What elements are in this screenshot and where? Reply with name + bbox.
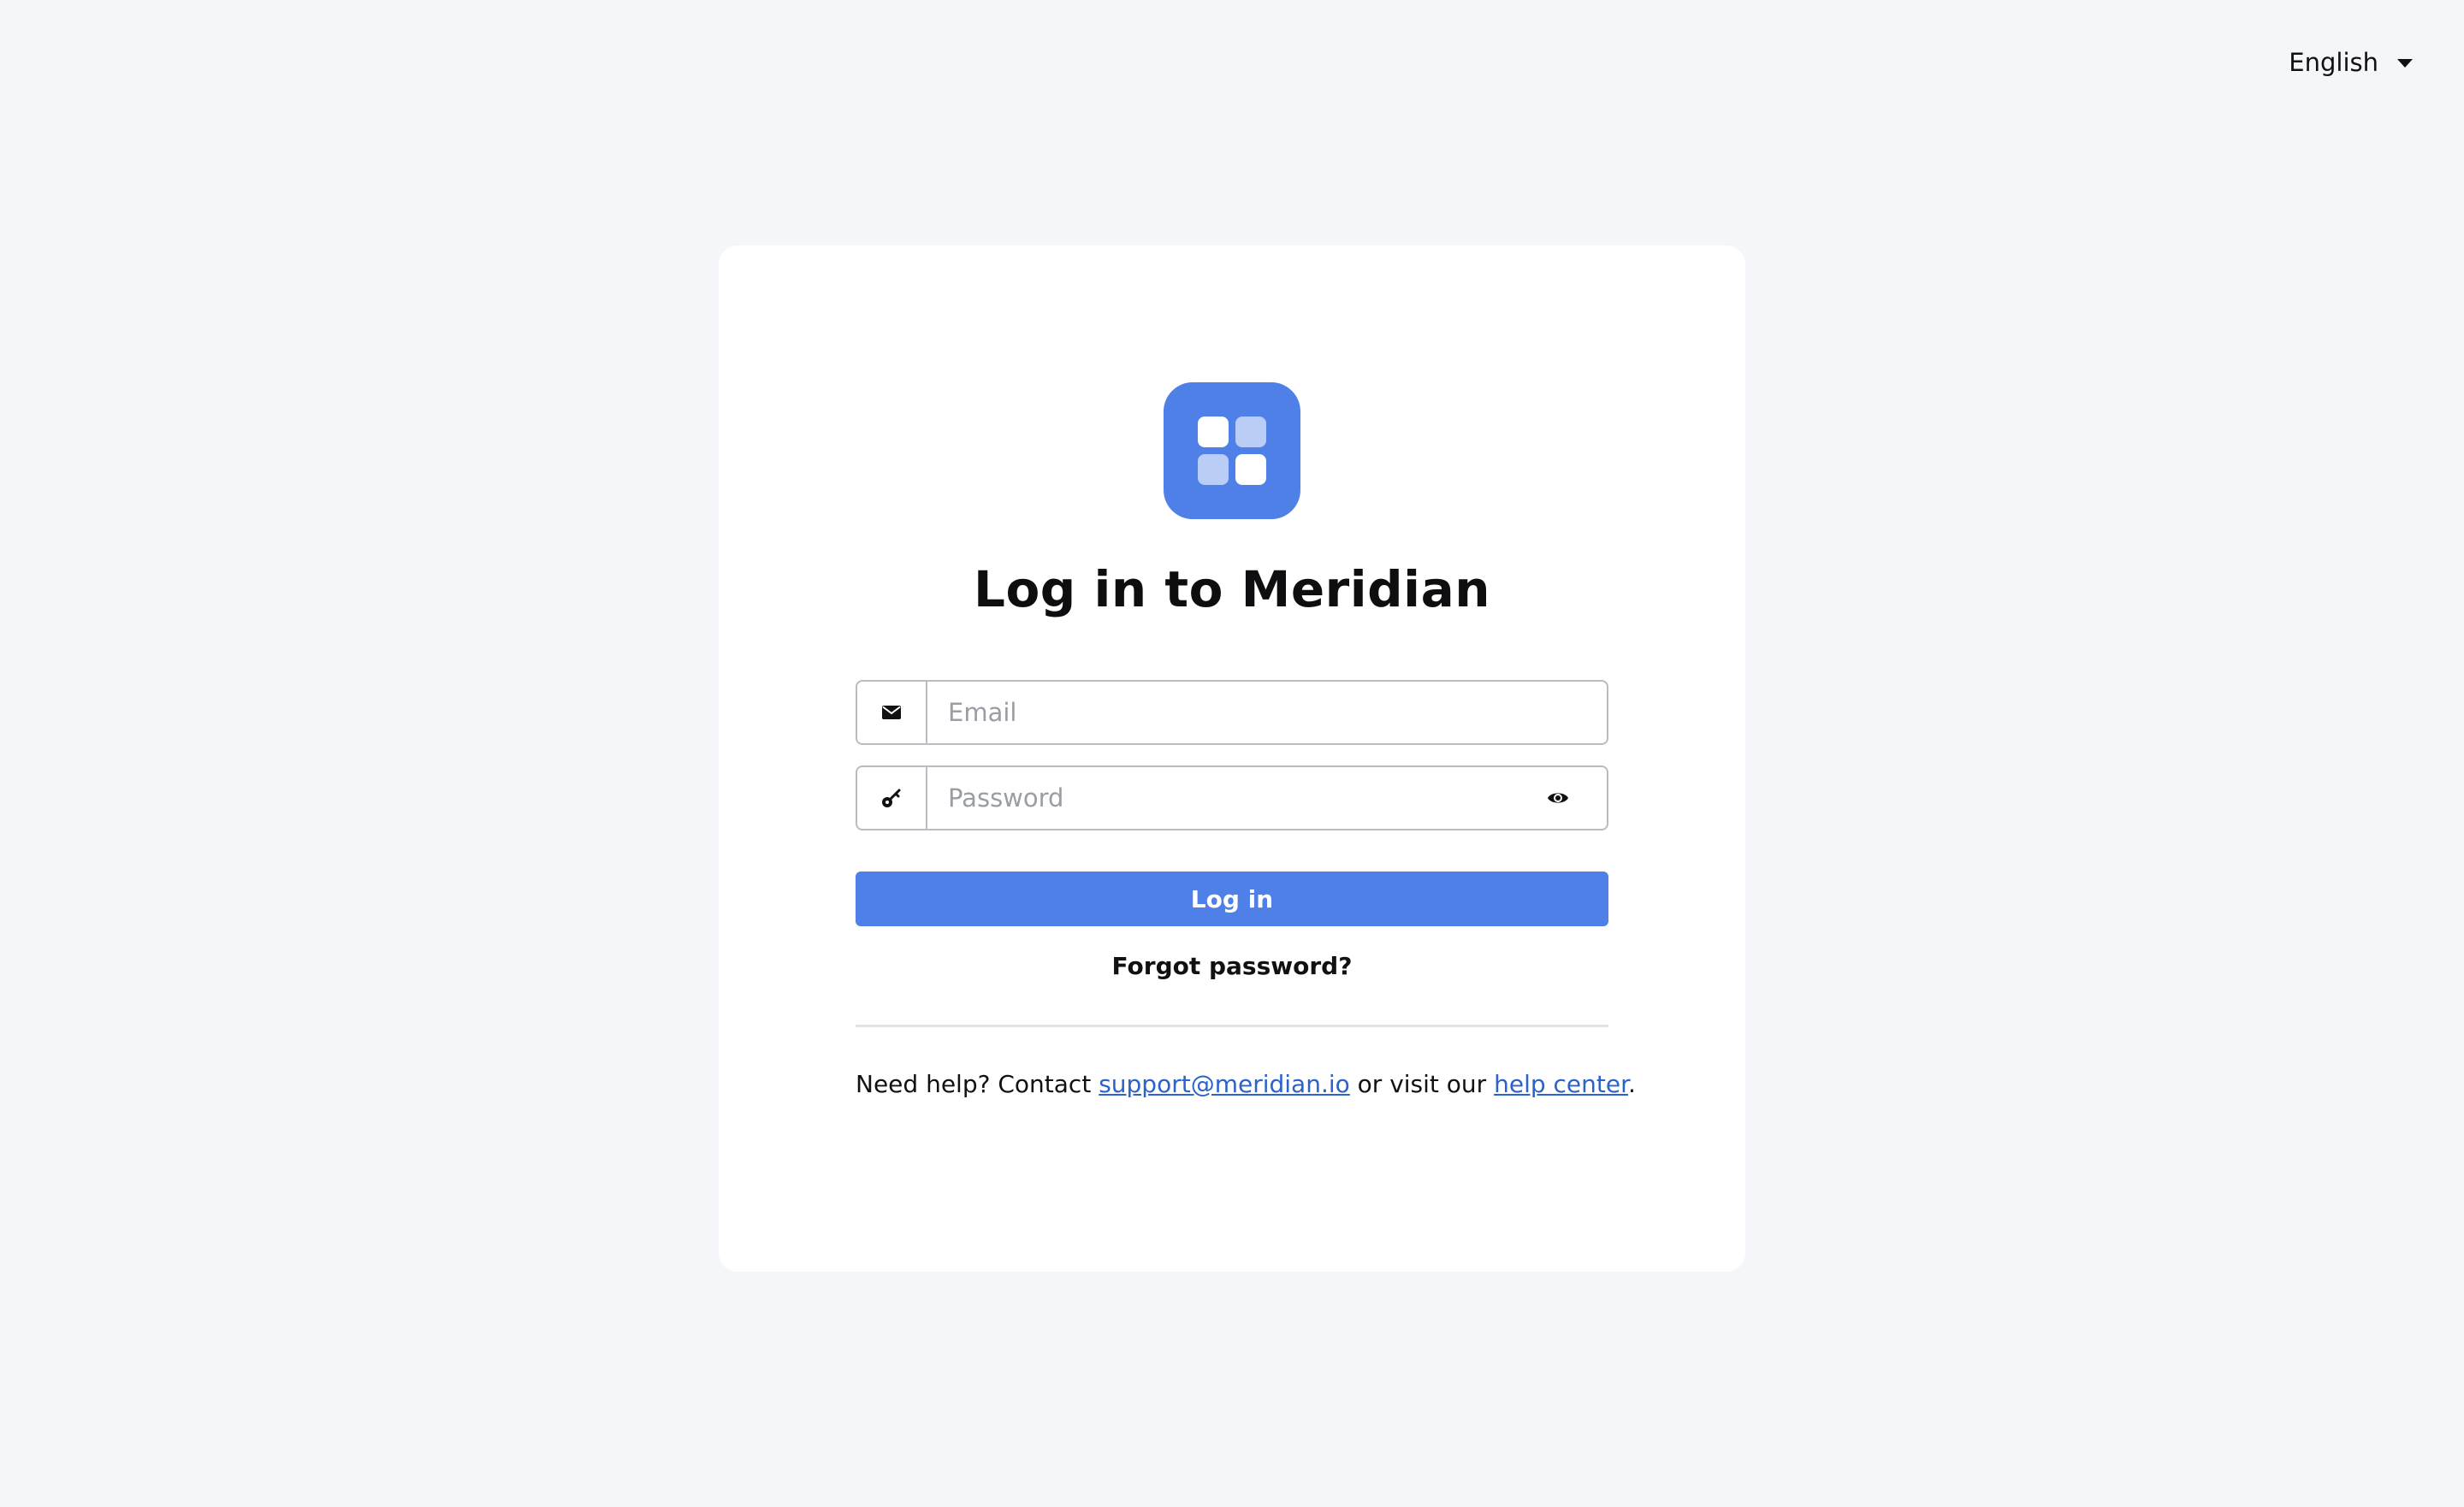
email-input[interactable]: [927, 682, 1607, 743]
logo-square: [1198, 417, 1229, 447]
envelope-icon: [857, 682, 927, 743]
password-field-group: [856, 765, 1608, 830]
help-center-link[interactable]: help center: [1494, 1070, 1628, 1098]
logo-square: [1235, 454, 1266, 485]
email-field-group: [856, 680, 1608, 745]
app-grid-logo-icon: [1164, 382, 1300, 519]
divider: [856, 1025, 1608, 1027]
caret-down-icon: [2397, 59, 2413, 68]
help-prefix: Need help? Contact: [856, 1070, 1099, 1098]
password-input[interactable]: [927, 767, 1547, 829]
language-selector-value: English: [2289, 48, 2378, 77]
page-title: Log in to Meridian: [973, 560, 1490, 618]
help-suffix: .: [1628, 1070, 1636, 1098]
language-selector[interactable]: English: [2289, 48, 2413, 77]
key-icon: [857, 767, 927, 829]
login-card: Log in to Meridian L: [719, 245, 1745, 1272]
forgot-password-link[interactable]: Forgot password?: [856, 952, 1608, 980]
eye-icon[interactable]: [1547, 767, 1607, 829]
logo-square: [1198, 454, 1229, 485]
login-button[interactable]: Log in: [856, 872, 1608, 926]
support-email-link[interactable]: support@meridian.io: [1099, 1070, 1350, 1098]
help-middle: or visit our: [1349, 1070, 1495, 1098]
logo-square: [1235, 417, 1266, 447]
help-text: Need help? Contact support@meridian.io o…: [856, 1070, 1636, 1098]
